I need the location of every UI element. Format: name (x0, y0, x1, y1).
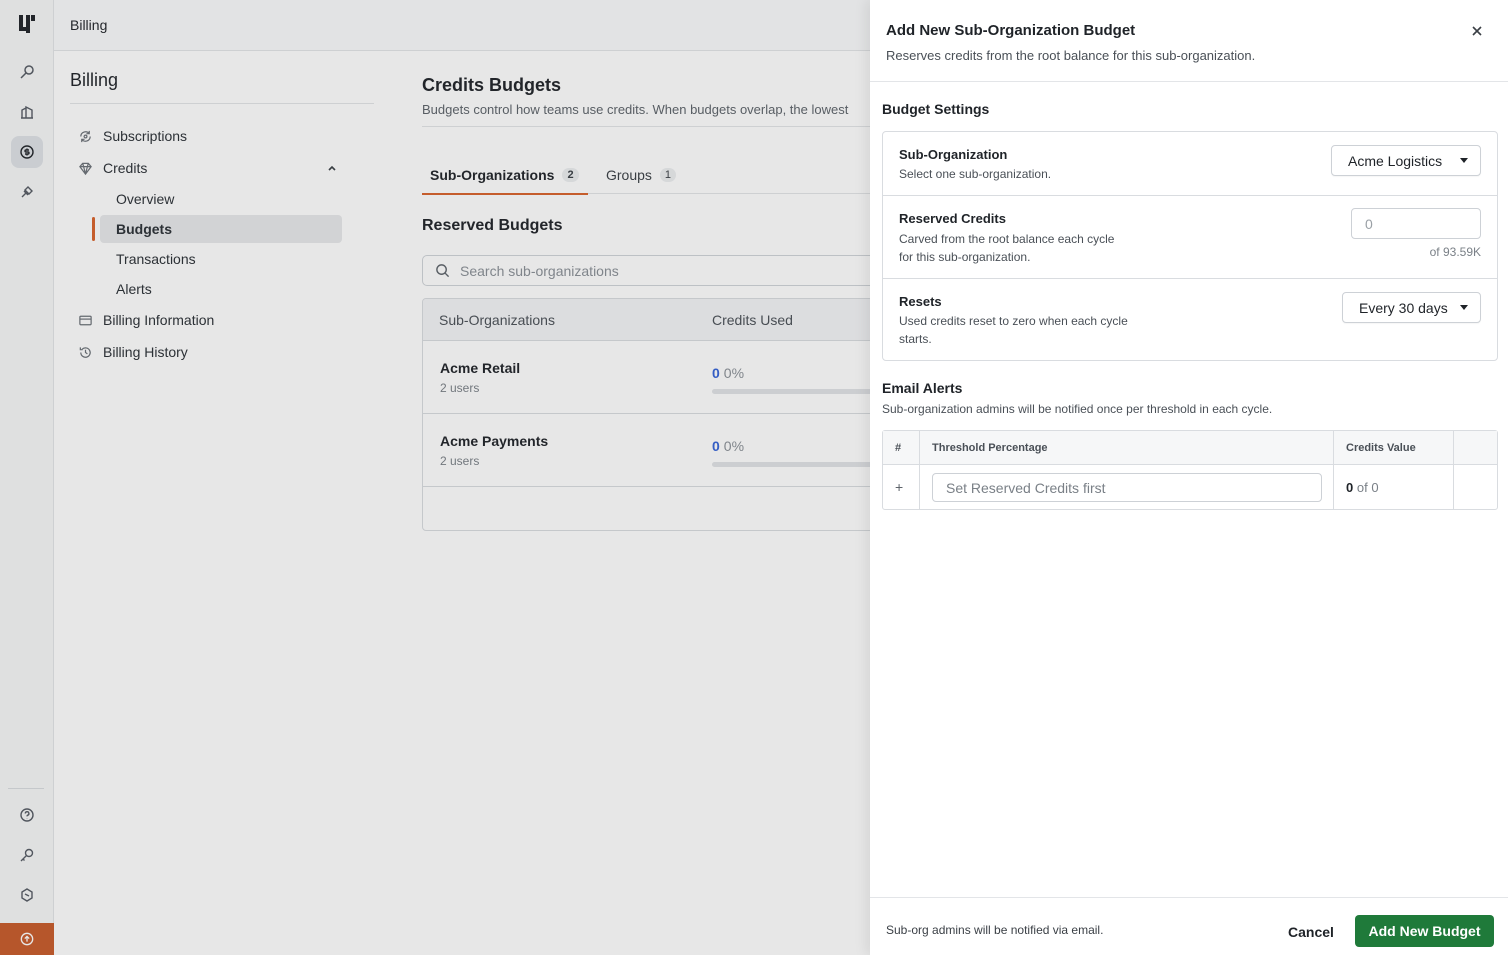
credits-value-number: 0 (1346, 480, 1354, 495)
resets-label: Resets (899, 294, 942, 309)
threshold-placeholder: Set Reserved Credits first (946, 479, 1106, 496)
drawer-subtitle: Reserves credits from the root balance f… (886, 48, 1256, 63)
modal-backdrop[interactable] (0, 0, 870, 955)
email-alerts-subtitle: Sub-organization admins will be notified… (882, 402, 1273, 416)
column-header-index: # (895, 442, 902, 454)
budget-settings-title: Budget Settings (882, 101, 990, 117)
sub-org-label: Sub-Organization (899, 147, 1008, 162)
reserved-credits-hint: Carved from the root balance each cycle … (899, 232, 1115, 264)
email-alerts-title: Email Alerts (882, 380, 963, 396)
reserved-credits-label: Reserved Credits (899, 211, 1006, 226)
alerts-table: # Threshold Percentage Credits Value + S… (882, 430, 1498, 510)
add-new-budget-button[interactable]: Add New Budget (1355, 915, 1494, 947)
drawer-footer: Sub-org admins will be notified via emai… (870, 897, 1508, 955)
drawer-header-divider (870, 81, 1508, 82)
column-divider (919, 431, 920, 509)
add-threshold-icon[interactable]: + (895, 479, 903, 495)
sub-org-select[interactable]: Acme Logistics (1331, 145, 1481, 176)
sub-org-hint: Select one sub-organization. (899, 167, 1052, 181)
reserved-credits-max: of 93.59K (1429, 245, 1481, 259)
credits-value-of: of 0 (1356, 480, 1379, 495)
resets-select[interactable]: Every 30 days (1342, 292, 1481, 323)
add-budget-drawer: Add New Sub-Organization Budget Reserves… (870, 0, 1508, 955)
threshold-input[interactable]: Set Reserved Credits first (932, 473, 1322, 502)
cancel-button[interactable]: Cancel (1280, 916, 1342, 948)
reserved-credits-value: 0 (1365, 215, 1373, 232)
budget-settings-card: Sub-Organization Select one sub-organiza… (882, 131, 1498, 361)
close-icon[interactable] (1468, 22, 1486, 40)
footer-note: Sub-org admins will be notified via emai… (886, 923, 1104, 937)
caret-down-icon (1460, 158, 1468, 163)
resets-hint: Used credits reset to zero when each cyc… (899, 314, 1128, 346)
column-divider (1333, 431, 1334, 509)
caret-down-icon (1460, 305, 1468, 310)
sub-org-setting-row: Sub-Organization Select one sub-organiza… (883, 132, 1497, 196)
sub-org-selected: Acme Logistics (1348, 152, 1443, 169)
reserved-credits-setting-row: Reserved Credits Carved from the root ba… (883, 196, 1497, 279)
credits-value: 0 of 0 (1346, 480, 1379, 495)
drawer-title: Add New Sub-Organization Budget (886, 22, 1136, 39)
column-header-threshold: Threshold Percentage (932, 442, 1048, 454)
resets-setting-row: Resets Used credits reset to zero when e… (883, 279, 1497, 360)
resets-selected: Every 30 days (1359, 299, 1448, 316)
column-divider (1453, 431, 1454, 509)
column-header-credits-value: Credits Value (1346, 442, 1416, 454)
reserved-credits-input[interactable]: 0 (1351, 208, 1481, 239)
